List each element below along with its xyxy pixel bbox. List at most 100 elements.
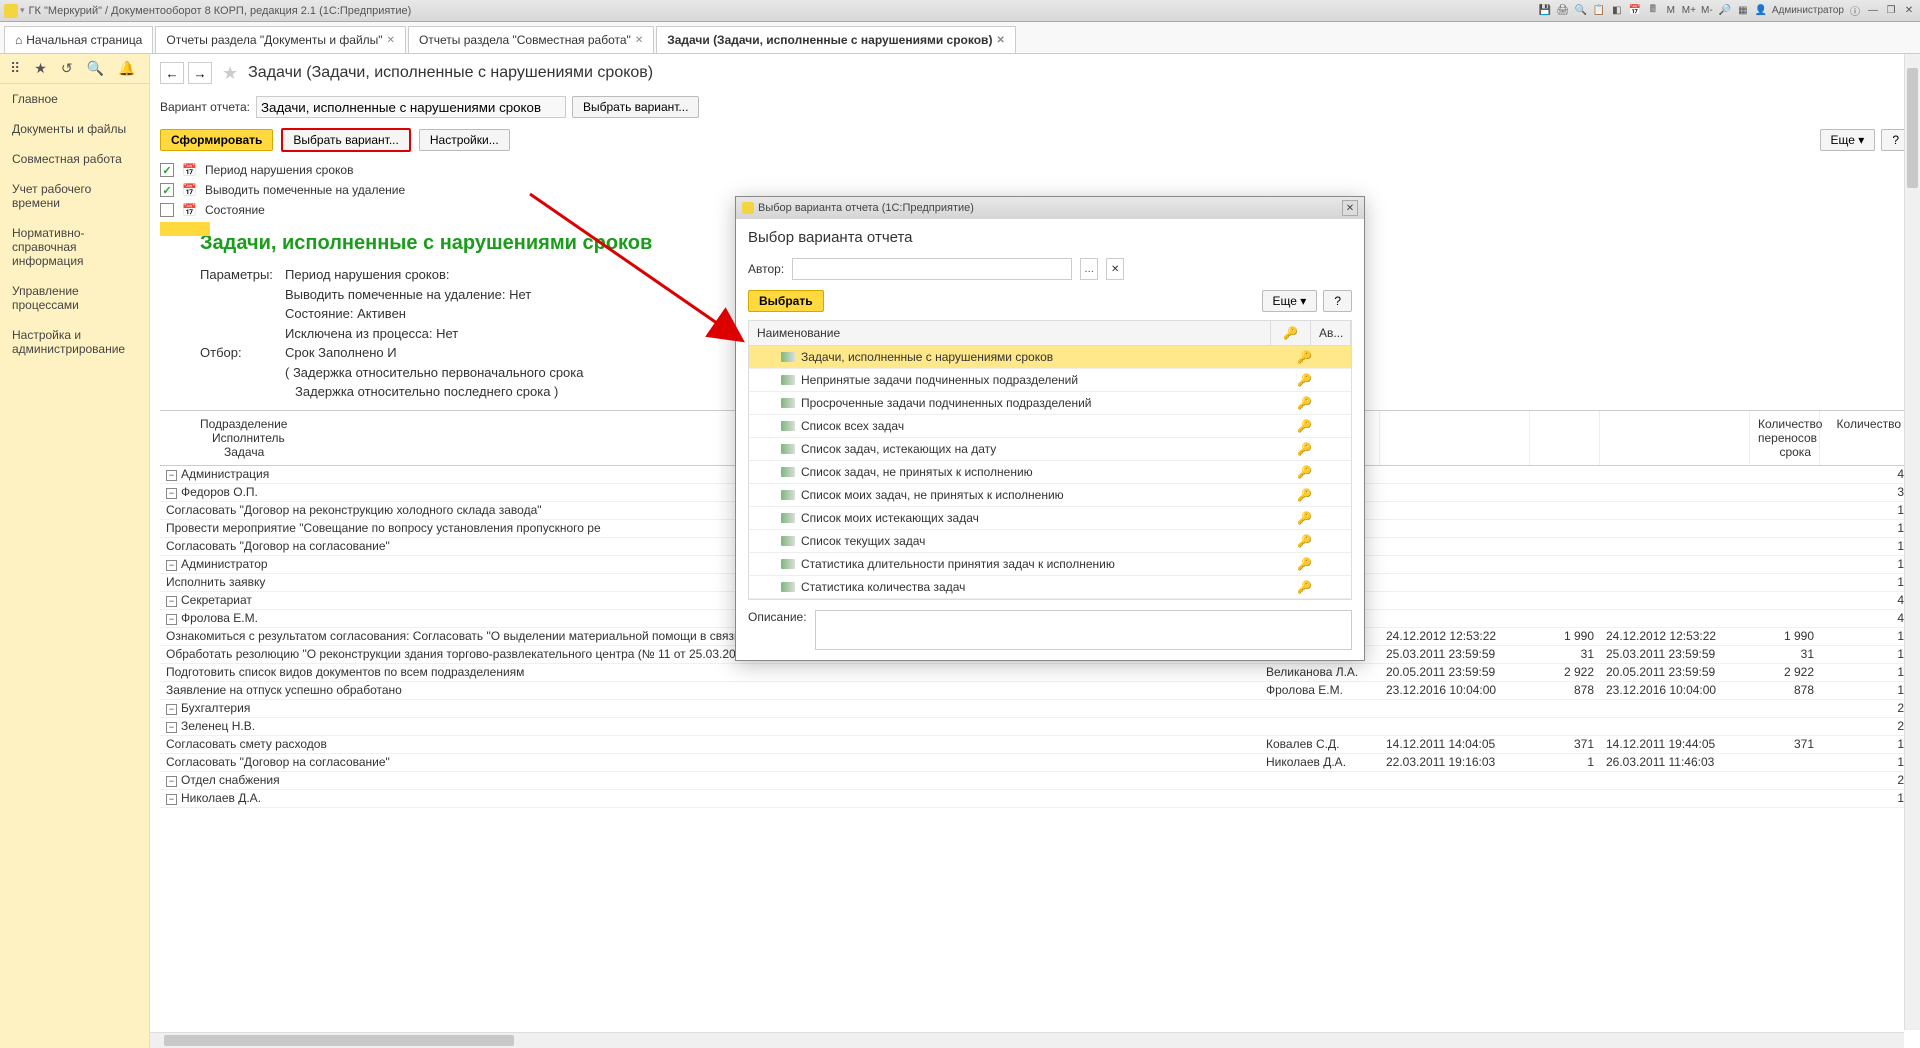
variant-list-row[interactable]: Статистика количества задач🔑 [749, 576, 1351, 599]
variant-list-row[interactable]: Список моих задач, не принятых к исполне… [749, 484, 1351, 507]
nav-forward-button[interactable]: → [188, 62, 212, 84]
tab-home[interactable]: ⌂ Начальная страница [4, 26, 153, 53]
zoom-icon[interactable]: 🔎 [1718, 4, 1732, 18]
task-text: Администратор [181, 557, 268, 571]
variant-list-row[interactable]: Задачи, исполненные с нарушениями сроков… [749, 346, 1351, 369]
clear-button[interactable]: ✕ [1106, 258, 1124, 280]
expand-icon[interactable]: − [166, 596, 177, 607]
scrollbar-vertical[interactable] [1904, 54, 1920, 1030]
m-minus-icon[interactable]: M- [1700, 4, 1714, 18]
description-textarea[interactable] [815, 610, 1352, 650]
close-icon[interactable]: ✕ [996, 35, 1004, 46]
author-input[interactable] [792, 258, 1072, 280]
table-row[interactable]: −Зеленец Н.В.2 [160, 718, 1910, 736]
help-button[interactable]: ? [1323, 290, 1352, 312]
expand-icon[interactable]: − [166, 470, 177, 481]
tab-reports-docs[interactable]: Отчеты раздела "Документы и файлы" ✕ [155, 26, 406, 53]
variant-list-row[interactable]: Статистика длительности принятия задач к… [749, 553, 1351, 576]
variant-list-row[interactable]: Список задач, не принятых к исполнению🔑 [749, 461, 1351, 484]
more-button[interactable]: Еще ▾ [1262, 290, 1318, 312]
bell-icon[interactable]: 🔔 [118, 60, 135, 77]
more-button[interactable]: Еще ▾ [1820, 129, 1876, 151]
close-icon[interactable]: ✕ [635, 35, 643, 46]
favorite-icon[interactable]: ★ [222, 63, 238, 84]
print-icon[interactable]: 🖨 [1556, 4, 1570, 18]
choose-variant-button[interactable]: Выбрать вариант... [281, 128, 410, 152]
search-icon[interactable]: 🔍 [87, 60, 104, 77]
filter-row[interactable]: 📅 Период нарушения сроков [160, 160, 1910, 180]
calendar-icon[interactable]: 📅 [1628, 4, 1642, 18]
form-button[interactable]: Сформировать [160, 129, 273, 151]
date-cell [1380, 718, 1530, 735]
apps-icon[interactable]: ⠿ [10, 60, 20, 77]
expand-icon[interactable]: − [166, 794, 177, 805]
table-row[interactable]: −Отдел снабжения2 [160, 772, 1910, 790]
table-row[interactable]: Согласовать смету расходовКовалев С.Д.14… [160, 736, 1910, 754]
expand-icon[interactable]: − [166, 488, 177, 499]
user-icon[interactable]: 👤 [1754, 4, 1768, 18]
num-cell: 31 [1530, 646, 1600, 663]
checkbox-icon[interactable] [160, 163, 174, 177]
expand-icon[interactable]: − [166, 776, 177, 787]
lookup-button[interactable]: … [1080, 258, 1098, 280]
grid-icon[interactable]: ▦ [1736, 4, 1750, 18]
table-row[interactable]: Заявление на отпуск успешно обработаноФр… [160, 682, 1910, 700]
dialog-titlebar[interactable]: Выбор варианта отчета (1С:Предприятие) ✕ [736, 197, 1364, 219]
variant-list-row[interactable]: Список текущих задач🔑 [749, 530, 1351, 553]
num2-cell: 2 922 [1750, 664, 1820, 681]
compare-icon[interactable]: ◧ [1610, 4, 1624, 18]
expand-icon[interactable]: − [166, 560, 177, 571]
col-header[interactable]: Ав... [1311, 321, 1351, 345]
num-cell [1530, 718, 1600, 735]
expand-icon[interactable]: − [166, 722, 177, 733]
preview-icon[interactable]: 🔍 [1574, 4, 1588, 18]
close-icon[interactable]: ✕ [387, 35, 395, 46]
table-row[interactable]: Согласовать "Договор на согласование"Ник… [160, 754, 1910, 772]
tab-reports-collab[interactable]: Отчеты раздела "Совместная работа" ✕ [408, 26, 654, 53]
clipboard-icon[interactable]: 📋 [1592, 4, 1606, 18]
variant-list-row[interactable]: Непринятые задачи подчиненных подразделе… [749, 369, 1351, 392]
variant-input[interactable] [256, 96, 566, 118]
choose-button[interactable]: Выбрать [748, 290, 824, 312]
variant-list-row[interactable]: Список задач, истекающих на дату🔑 [749, 438, 1351, 461]
checkbox-icon[interactable] [160, 183, 174, 197]
col-header[interactable]: Наименование [749, 321, 1271, 345]
sidebar-item-main[interactable]: Главное [0, 84, 149, 114]
expand-icon[interactable]: − [166, 614, 177, 625]
calc-icon[interactable]: 🖩 [1646, 4, 1660, 18]
variant-list-row[interactable]: Список моих истекающих задач🔑 [749, 507, 1351, 530]
num-cell [1530, 484, 1600, 501]
sidebar-item-proc[interactable]: Управление процессами [0, 276, 149, 320]
variant-list-row[interactable]: Список всех задач🔑 [749, 415, 1351, 438]
checkbox-icon[interactable] [160, 203, 174, 217]
sidebar-item-ref[interactable]: Нормативно-справочная информация [0, 218, 149, 276]
variant-list-row[interactable]: Просроченные задачи подчиненных подразде… [749, 392, 1351, 415]
sidebar-item-docs[interactable]: Документы и файлы [0, 114, 149, 144]
history-icon[interactable]: ↺ [61, 60, 73, 77]
choose-variant-button-top[interactable]: Выбрать вариант... [572, 96, 699, 118]
save-icon[interactable]: 💾 [1538, 4, 1552, 18]
m-plus-icon[interactable]: M+ [1682, 4, 1696, 18]
sidebar-item-time[interactable]: Учет рабочего времени [0, 174, 149, 218]
col-header-icon[interactable]: 🔑 [1271, 321, 1311, 345]
close-icon[interactable]: ✕ [1342, 200, 1358, 216]
close-icon[interactable]: ✕ [1902, 4, 1916, 18]
tab-tasks[interactable]: Задачи (Задачи, исполненные с нарушениям… [656, 26, 1016, 53]
table-row[interactable]: Подготовить список видов документов по в… [160, 664, 1910, 682]
star-icon[interactable]: ★ [34, 60, 47, 77]
nav-back-button[interactable]: ← [160, 62, 184, 84]
num2-cell: 371 [1750, 736, 1820, 753]
settings-button[interactable]: Настройки... [419, 129, 510, 151]
num-cell [1530, 610, 1600, 627]
minimize-icon[interactable]: — [1866, 4, 1880, 18]
table-row[interactable]: −Бухгалтерия2 [160, 700, 1910, 718]
scrollbar-horizontal[interactable] [150, 1032, 1904, 1048]
sidebar-item-collab[interactable]: Совместная работа [0, 144, 149, 174]
author-label: Автор: [748, 262, 784, 276]
maximize-icon[interactable]: ❐ [1884, 4, 1898, 18]
m-icon[interactable]: M [1664, 4, 1678, 18]
table-row[interactable]: −Николаев Д.А.1 [160, 790, 1910, 808]
expand-icon[interactable]: − [166, 704, 177, 715]
sidebar-item-admin[interactable]: Настройка и администрирование [0, 320, 149, 364]
info-icon[interactable]: ⓘ [1848, 4, 1862, 18]
